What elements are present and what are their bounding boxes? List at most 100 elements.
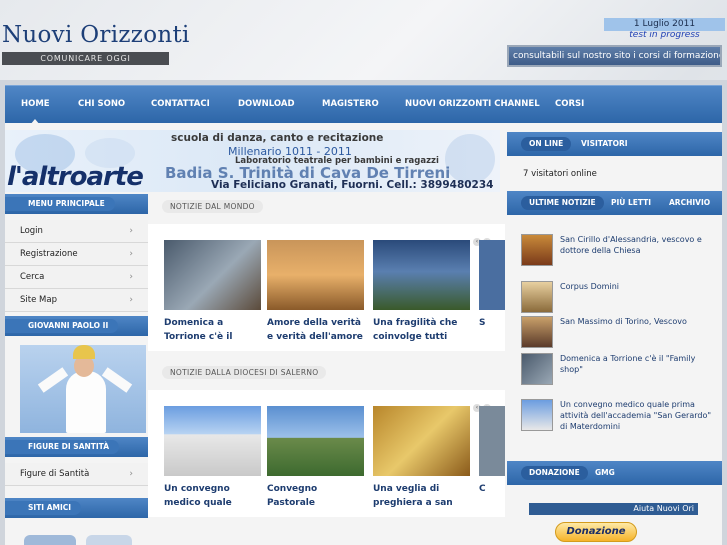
- saints-title: FIGURE DI SANTITÀ: [5, 440, 120, 454]
- chevron-right-icon: ›: [129, 469, 133, 479]
- diocese-news-box: ‹› Un convegno medico quale prima attivi…: [148, 390, 505, 517]
- nav-contattaci[interactable]: CONTATTACI: [151, 86, 210, 124]
- menu-item-label: Cerca: [20, 272, 45, 282]
- menu-item-label: Site Map: [20, 295, 57, 305]
- news-card[interactable]: Domenica a Torrione c'è il "Family shop": [164, 240, 261, 344]
- news-ticker[interactable]: consultabili sul nostro sito i corsi di …: [507, 45, 722, 67]
- news-card[interactable]: C: [479, 406, 505, 510]
- news-title: Convegno Pastorale Diocesano Diocesi: [267, 484, 318, 508]
- news-title: S: [479, 318, 486, 328]
- friends-title: SITI AMICI: [5, 501, 82, 515]
- latest-news-item[interactable]: Corpus Domini: [521, 281, 711, 313]
- latest-news-item[interactable]: San Cirillo d'Alessandria, vescovo e dot…: [521, 234, 711, 266]
- diocese-news-title: NOTIZIE DALLA DIOCESI DI SALERNO: [162, 366, 327, 379]
- news-title: C: [479, 484, 486, 494]
- menu-item-cerca[interactable]: Cerca ›: [5, 266, 148, 289]
- tab-archivio[interactable]: ARCHIVIO: [661, 196, 718, 210]
- nav-corsi[interactable]: CORSI: [555, 86, 584, 124]
- news-thumbnail: [479, 406, 505, 476]
- news-thumbnail: [521, 281, 553, 313]
- news-thumbnail: [373, 240, 470, 310]
- nav-home[interactable]: HOME: [21, 86, 50, 125]
- friends-header: SITI AMICI: [5, 498, 148, 518]
- nav-magistero[interactable]: MAGISTERO: [322, 86, 379, 124]
- main-menu-header: MENU PRINCIPALE: [5, 194, 148, 214]
- menu-item-label: Login: [20, 226, 43, 236]
- tab-gmg[interactable]: GMG: [587, 466, 623, 480]
- test-status-text: test in progress: [629, 31, 700, 40]
- tab-donazione[interactable]: DONAZIONE: [521, 466, 588, 480]
- world-news-title: NOTIZIE DAL MONDO: [162, 200, 263, 213]
- nav-nuovi-orizzonti-channel[interactable]: NUOVI ORIZZONTI CHANNEL: [405, 86, 540, 124]
- news-title: Una fragilità che coinvolge tutti: [373, 318, 458, 342]
- news-thumbnail: [479, 240, 505, 310]
- news-thumbnail: [521, 316, 553, 348]
- main-menu-title: MENU PRINCIPALE: [5, 197, 115, 211]
- news-title: Una veglia di preghiera a san: [373, 484, 453, 508]
- news-ticker-text: consultabili sul nostro sito i corsi di …: [513, 51, 722, 61]
- pope-title: GIOVANNI PAOLO II: [5, 319, 119, 333]
- latest-news-title: San Cirillo d'Alessandria, vescovo e dot…: [560, 235, 702, 255]
- friend-site-logo[interactable]: [86, 535, 132, 545]
- world-news-box: ‹› Domenica a Torrione c'è il "Family sh…: [148, 224, 505, 351]
- world-news-header: NOTIZIE DAL MONDO: [148, 198, 505, 215]
- diocese-news-header: NOTIZIE DALLA DIOCESI DI SALERNO: [148, 364, 505, 381]
- chevron-right-icon: ›: [129, 295, 133, 305]
- nav-download[interactable]: DOWNLOAD: [238, 86, 295, 124]
- tab-visitatori[interactable]: VISITATORI: [573, 137, 636, 151]
- donate-button[interactable]: Donazione: [555, 522, 637, 542]
- news-thumbnail: [267, 240, 364, 310]
- latest-news-title: Corpus Domini: [560, 282, 619, 291]
- main-nav: HOME CHI SONO CONTATTACI DOWNLOAD MAGIST…: [5, 85, 722, 125]
- news-card[interactable]: Una veglia di preghiera a san: [373, 406, 470, 510]
- pope-image[interactable]: [20, 345, 146, 433]
- banner-image[interactable]: l'altroarte scuola di danza, canto e rec…: [5, 130, 500, 192]
- chevron-right-icon: ›: [129, 249, 133, 259]
- menu-item-registrazione[interactable]: Registrazione ›: [5, 243, 148, 266]
- banner-line: Via Feliciano Granati, Fuorni. Cell.: 38…: [211, 179, 494, 191]
- site-title[interactable]: Nuovi Orizzonti: [2, 22, 190, 48]
- tab-piu-letti[interactable]: PIÙ LETTI: [603, 196, 659, 210]
- menu-item-figure-di-santita[interactable]: Figure di Santità ›: [5, 463, 148, 486]
- news-thumbnail: [521, 234, 553, 266]
- news-thumbnail: [267, 406, 364, 476]
- menu-item-label: Figure di Santità: [20, 469, 90, 479]
- menu-item-label: Registrazione: [20, 249, 78, 259]
- latest-news-item[interactable]: Un convegno medico quale prima attività …: [521, 399, 711, 433]
- news-thumbnail: [164, 406, 261, 476]
- pope-figure-part: [101, 367, 133, 393]
- banner-logo-text: l'altroarte: [7, 162, 144, 192]
- news-thumbnail: [521, 353, 553, 385]
- online-tabs-bar: ON LINE VISITATORI: [507, 132, 722, 156]
- menu-item-site-map[interactable]: Site Map ›: [5, 289, 148, 312]
- date-display: 1 Luglio 2011: [604, 18, 725, 31]
- site-subtitle: COMUNICARE OGGI: [2, 52, 169, 65]
- tab-online[interactable]: ON LINE: [521, 137, 572, 151]
- pope-figure-part: [66, 371, 106, 433]
- menu-item-login[interactable]: Login ›: [5, 220, 148, 243]
- news-title: Un convegno medico quale prima attività: [164, 484, 232, 508]
- donation-tabs-bar: DONAZIONE GMG: [507, 461, 722, 485]
- nav-chi-sono[interactable]: CHI SONO: [78, 86, 125, 124]
- donation-label: Aiuta Nuovi Ori: [529, 503, 698, 515]
- friend-site-logo[interactable]: [24, 535, 76, 545]
- news-card[interactable]: S: [479, 240, 505, 344]
- pope-figure-part: [37, 367, 69, 393]
- news-card[interactable]: Amore della verità e verità dell'amore: [267, 240, 364, 344]
- news-title: Domenica a Torrione c'è il "Family shop": [164, 318, 233, 342]
- chevron-right-icon: ›: [129, 272, 133, 282]
- news-card[interactable]: Un convegno medico quale prima attività: [164, 406, 261, 510]
- news-tabs-bar: ULTIME NOTIZIE PIÙ LETTI ARCHIVIO: [507, 191, 722, 215]
- news-title: Amore della verità e verità dell'amore: [267, 318, 363, 342]
- latest-news-title: San Massimo di Torino, Vescovo: [560, 317, 687, 326]
- latest-news-item[interactable]: Domenica a Torrione c'è il "Family shop": [521, 353, 711, 385]
- banner-decoration: [445, 134, 495, 184]
- news-thumbnail: [373, 406, 470, 476]
- saints-header: FIGURE DI SANTITÀ: [5, 437, 148, 457]
- news-card[interactable]: Una fragilità che coinvolge tutti: [373, 240, 470, 344]
- latest-news-item[interactable]: San Massimo di Torino, Vescovo: [521, 316, 711, 348]
- pope-header: GIOVANNI PAOLO II: [5, 316, 148, 336]
- news-card[interactable]: Convegno Pastorale Diocesano Diocesi: [267, 406, 364, 510]
- tab-ultime-notizie[interactable]: ULTIME NOTIZIE: [521, 196, 604, 210]
- pope-figure-part: [73, 345, 95, 359]
